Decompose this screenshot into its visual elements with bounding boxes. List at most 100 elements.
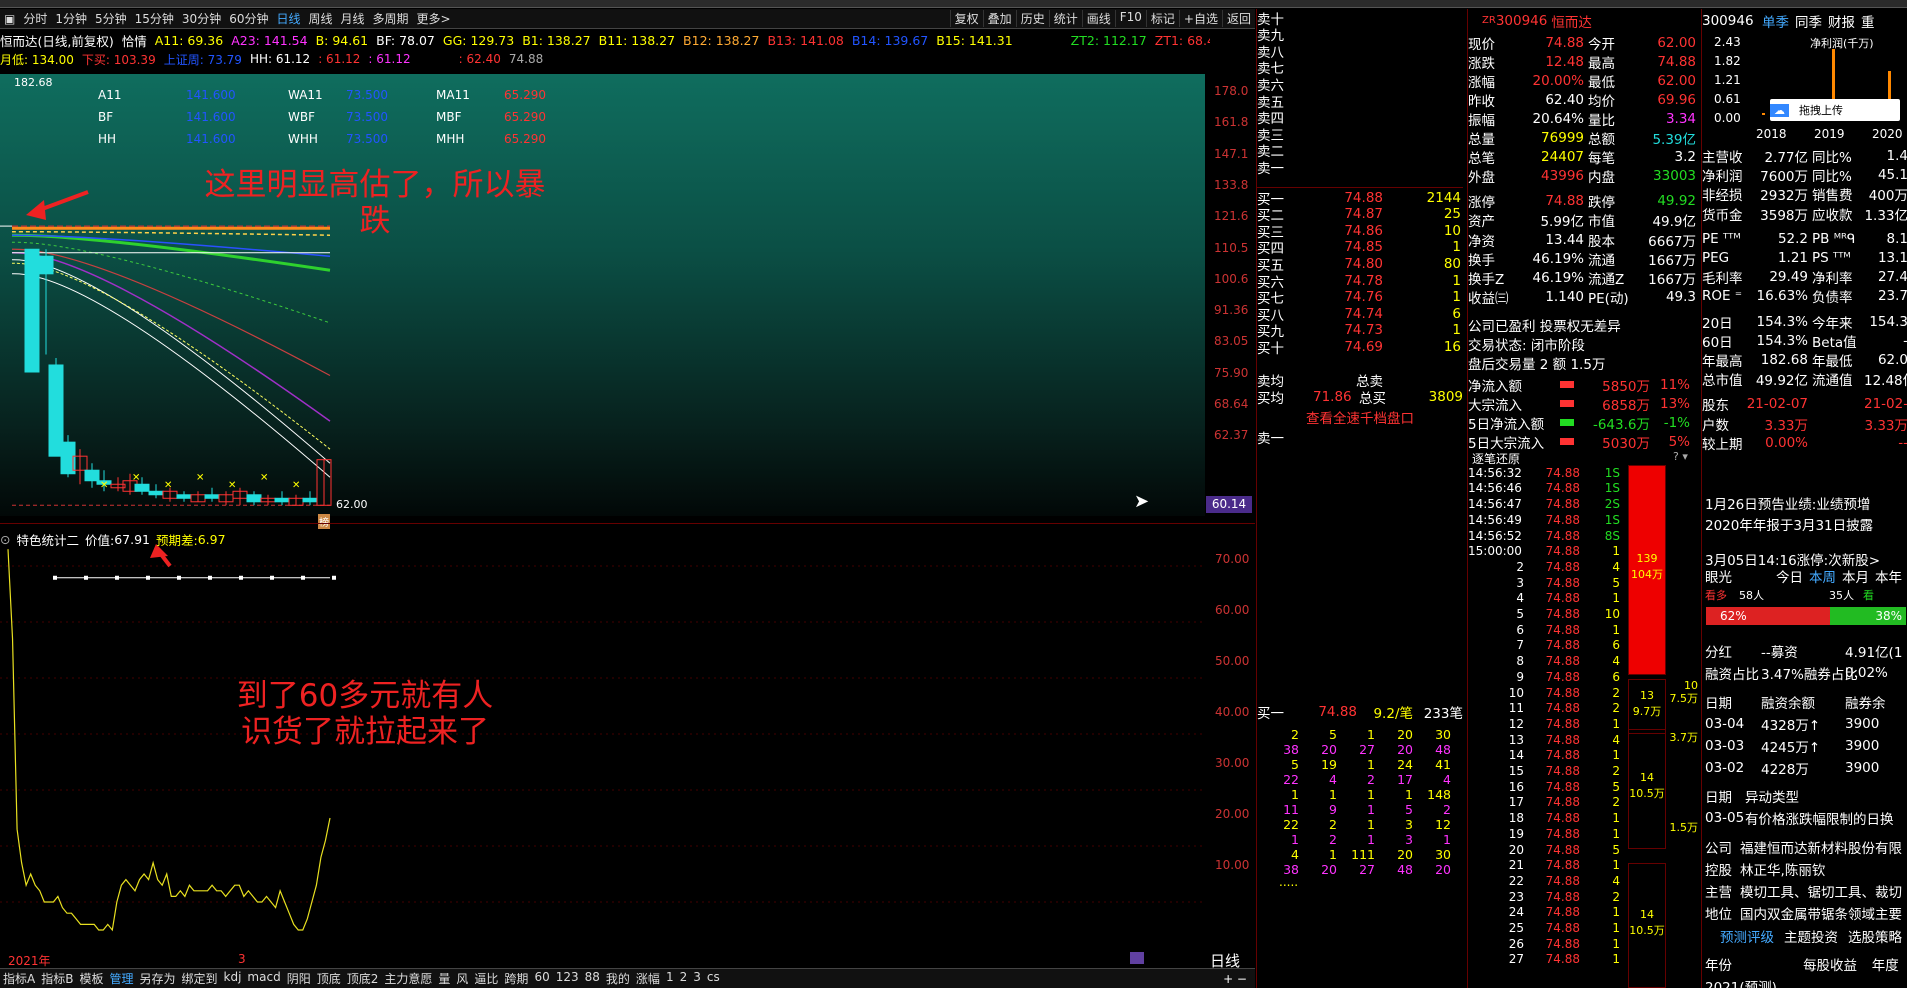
- indicator-chart[interactable]: 到了60多元就有人 识货了就拉起来了: [0, 528, 1205, 982]
- period-tab-3[interactable]: 15分钟: [131, 10, 178, 27]
- candle-body: [274, 497, 290, 503]
- stock-title[interactable]: 恒而达(日线,前复权): [0, 31, 114, 50]
- f10-data-row: 户数 3.33万 3.33万: [1702, 414, 1907, 434]
- indicator-tab-19[interactable]: 我的: [603, 970, 633, 987]
- scroll-marker[interactable]: [1130, 952, 1144, 964]
- period-tab-10[interactable]: 更多>: [413, 10, 455, 27]
- indicator-tab-20[interactable]: 涨幅: [633, 970, 663, 987]
- f10-tab-2[interactable]: 财报: [1828, 11, 1855, 31]
- buy-total-label: 总买: [1359, 390, 1386, 407]
- period-tab-0[interactable]: 分时: [19, 10, 51, 27]
- indicator-tab-16[interactable]: 60: [531, 970, 552, 987]
- indicator-name[interactable]: 恰情: [122, 31, 147, 50]
- tool-button-6[interactable]: 标记: [1145, 10, 1179, 27]
- f10-tab-3[interactable]: 重: [1861, 11, 1875, 31]
- period-tab-6[interactable]: 日线: [272, 10, 304, 27]
- period-tab-5[interactable]: 60分钟: [225, 10, 272, 27]
- tick-time: 6: [1516, 622, 1524, 637]
- indicator-tab-14[interactable]: 逼比: [471, 970, 501, 987]
- indicator-line: [11, 241, 331, 324]
- tick-price: 74.88: [1545, 638, 1580, 653]
- eyes-tab-1[interactable]: 本周: [1809, 566, 1836, 586]
- price-tick: 110.5: [1214, 240, 1249, 255]
- f10-tab-0[interactable]: 单季: [1762, 11, 1789, 31]
- eyes-tab-3[interactable]: 本年: [1875, 566, 1902, 586]
- quote-value: 46.19%: [1532, 269, 1584, 286]
- full-depth-link[interactable]: 查看全速千档盘口: [1257, 407, 1463, 427]
- indicator-tab-18[interactable]: 88: [582, 970, 603, 987]
- tick-volume: 1: [1612, 591, 1620, 606]
- indicator-tab-6[interactable]: kdj: [221, 970, 245, 987]
- tick-row: 16 74.88 5: [1468, 779, 1628, 795]
- tick-price: 74.88: [1545, 826, 1580, 841]
- indicator-tab-5[interactable]: 绑定到: [179, 970, 221, 987]
- tool-button-8[interactable]: 返回: [1221, 10, 1255, 27]
- tick-volume: 1: [1612, 748, 1620, 763]
- quote-label: 收益㈢: [1468, 290, 1509, 307]
- indicator-tick: 60.00: [1215, 603, 1250, 617]
- tool-button-3[interactable]: 统计: [1048, 10, 1082, 27]
- period-tab-8[interactable]: 月线: [337, 10, 369, 27]
- tick-menu-icon[interactable]: ? ▾: [1673, 450, 1688, 463]
- diff-number: 6.97: [197, 531, 226, 547]
- eyes-tab-0[interactable]: 今日: [1776, 566, 1803, 586]
- drag-upload-button[interactable]: ☁ 拖拽上传: [1770, 99, 1900, 121]
- bear-bar: 38%: [1830, 607, 1906, 625]
- indicator-tab-7[interactable]: macd: [244, 970, 283, 987]
- level-price: 74.73: [1344, 322, 1383, 339]
- eyes-tab-2[interactable]: 本月: [1842, 566, 1869, 586]
- indicator-tab-3[interactable]: 管理: [106, 970, 136, 987]
- quote-row: 换手 46.19% 流通 1667万: [1468, 249, 1700, 269]
- indicator-tab-10[interactable]: 顶底2: [344, 970, 382, 987]
- buy-level-10[interactable]: 买十 74.69 16: [1257, 338, 1463, 357]
- indicator-menu-icon[interactable]: ⊙: [0, 532, 10, 547]
- tool-button-2[interactable]: 历史: [1015, 10, 1049, 27]
- more-queue[interactable]: .....: [1279, 875, 1298, 889]
- period-tab-1[interactable]: 1分钟: [51, 10, 91, 27]
- indicator-tab-15[interactable]: 跨期: [501, 970, 531, 987]
- tool-button-7[interactable]: +自选: [1178, 10, 1222, 27]
- indicator-tab-4[interactable]: 另存为: [136, 970, 178, 987]
- f10-news-item[interactable]: 2020年年报于3月31日披露: [1702, 514, 1907, 534]
- indicator-tab-24[interactable]: cs: [704, 970, 723, 987]
- indicator-tab-0[interactable]: 指标A: [0, 970, 38, 987]
- indicator-tab-12[interactable]: 量: [435, 970, 453, 987]
- indicator-name-label[interactable]: 特色统计二: [16, 530, 79, 549]
- tool-button-5[interactable]: F10: [1114, 10, 1146, 27]
- indicator-tab-13[interactable]: 风: [453, 970, 471, 987]
- tick-row: 14:56:46 74.88 1S: [1468, 481, 1628, 497]
- candlestick-chart[interactable]: ✕ ✕ ✕ ✕ ✕ ✕ ✕ A11 141.600 WA11 73.500 MA11 65.290 BF…: [0, 74, 1205, 529]
- tool-button-1[interactable]: 叠加: [982, 10, 1016, 27]
- indicator-tab-2[interactable]: 模板: [76, 970, 106, 987]
- f10-tab-1[interactable]: 同季: [1795, 11, 1822, 31]
- level-price: 74.76: [1344, 289, 1383, 306]
- indicator-tab-1[interactable]: 指标B: [38, 970, 76, 987]
- indicator-tab-9[interactable]: 顶底: [314, 970, 344, 987]
- tick-row: 6 74.88 1: [1468, 622, 1628, 638]
- indicator-tab-8[interactable]: 阴阳: [284, 970, 314, 987]
- tick-time: 14:56:49: [1468, 512, 1522, 527]
- tick-volume: 5: [1612, 842, 1620, 857]
- indicator-tab-11[interactable]: 主力意愿: [381, 970, 435, 987]
- period-tab-9[interactable]: 多周期: [369, 10, 413, 27]
- indicator-tab-17[interactable]: 123: [553, 970, 582, 987]
- indicator-tab-21[interactable]: 1: [663, 970, 677, 987]
- fu-badge[interactable]: 榜: [318, 514, 330, 529]
- f10-news-item[interactable]: 1月26日预告业绩:业绩预增: [1702, 493, 1907, 513]
- f10-tab3-1[interactable]: 主题投资: [1784, 926, 1838, 946]
- sell-level-1[interactable]: 卖一: [1257, 158, 1463, 177]
- period-tab-2[interactable]: 5分钟: [91, 10, 131, 27]
- f10-tab3-0[interactable]: 预测评级: [1720, 926, 1774, 946]
- menu-icon[interactable]: ▣: [0, 12, 19, 26]
- margin-cell: 4328万↑: [1761, 718, 1821, 734]
- tool-button-4[interactable]: 画线: [1081, 10, 1115, 27]
- tool-button-0[interactable]: 复权: [949, 10, 983, 27]
- indicator-tab-23[interactable]: 3: [690, 970, 704, 987]
- period-tab-7[interactable]: 周线: [305, 10, 337, 27]
- period-tab-4[interactable]: 30分钟: [178, 10, 225, 27]
- indicator-tab-22[interactable]: 2: [677, 970, 691, 987]
- f10-tab3-2[interactable]: 选股策略: [1848, 926, 1902, 946]
- hh-value: HH: 61.12: [249, 52, 311, 66]
- arrow-head: [26, 200, 46, 220]
- zoom-controls[interactable]: + −: [1223, 972, 1255, 986]
